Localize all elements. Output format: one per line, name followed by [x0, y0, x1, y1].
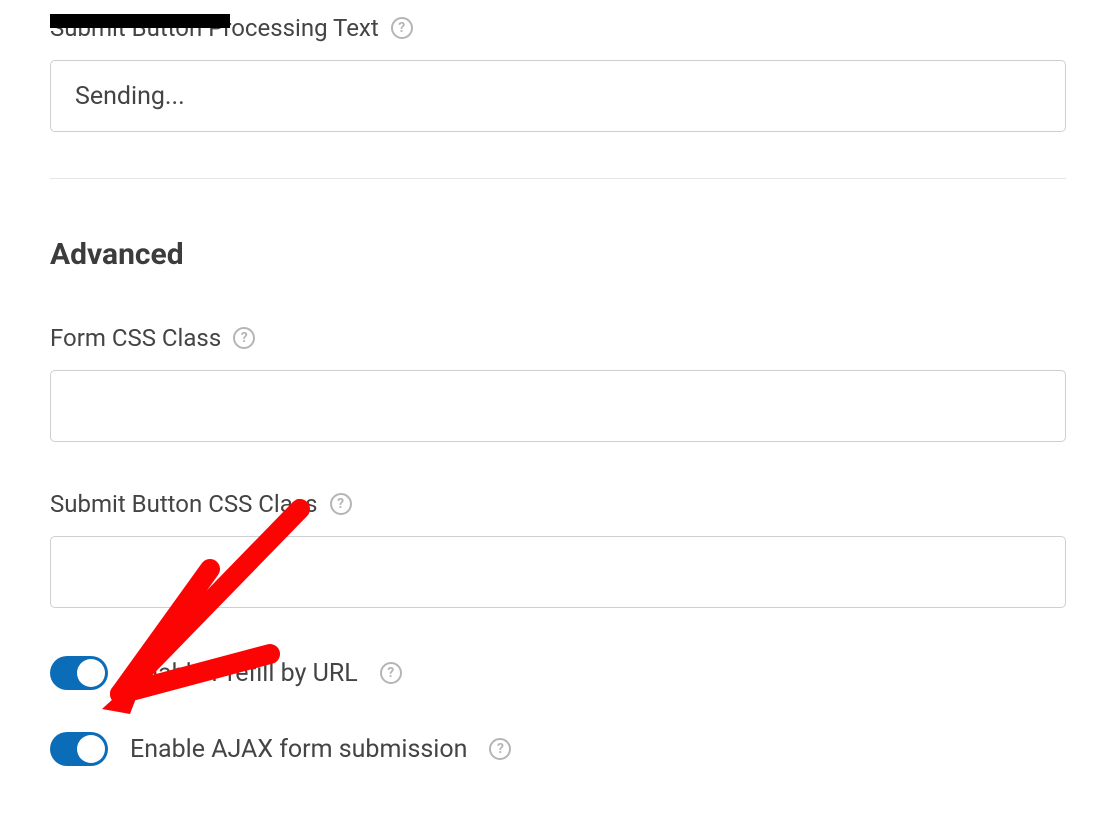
toggle-ajax[interactable]: [50, 732, 108, 766]
toggle-prefill[interactable]: [50, 656, 108, 690]
help-icon[interactable]: ?: [330, 493, 352, 515]
help-icon[interactable]: ?: [233, 327, 255, 349]
toggle-ajax-label: Enable AJAX form submission: [130, 735, 467, 764]
help-icon[interactable]: ?: [489, 738, 511, 760]
toggle-knob: [77, 659, 105, 687]
toggle-prefill-row: Enable Prefill by URL ?: [50, 656, 1066, 690]
help-icon[interactable]: ?: [391, 17, 413, 39]
field-processing-text: Submit Button Processing Text ?: [50, 14, 1066, 132]
redaction-bar: [50, 14, 230, 28]
toggle-ajax-row: Enable AJAX form submission ?: [50, 732, 1066, 766]
field-submit-css: Submit Button CSS Class ?: [50, 490, 1066, 608]
advanced-heading: Advanced: [50, 237, 1066, 272]
processing-text-input[interactable]: [50, 60, 1066, 132]
divider: [50, 178, 1066, 179]
field-form-css: Form CSS Class ?: [50, 324, 1066, 442]
help-icon[interactable]: ?: [380, 662, 402, 684]
toggle-knob: [77, 735, 105, 763]
form-css-label: Form CSS Class: [50, 324, 221, 352]
form-css-input[interactable]: [50, 370, 1066, 442]
toggle-prefill-label: Enable Prefill by URL: [130, 659, 358, 688]
submit-css-input[interactable]: [50, 536, 1066, 608]
submit-css-label: Submit Button CSS Class: [50, 490, 318, 518]
